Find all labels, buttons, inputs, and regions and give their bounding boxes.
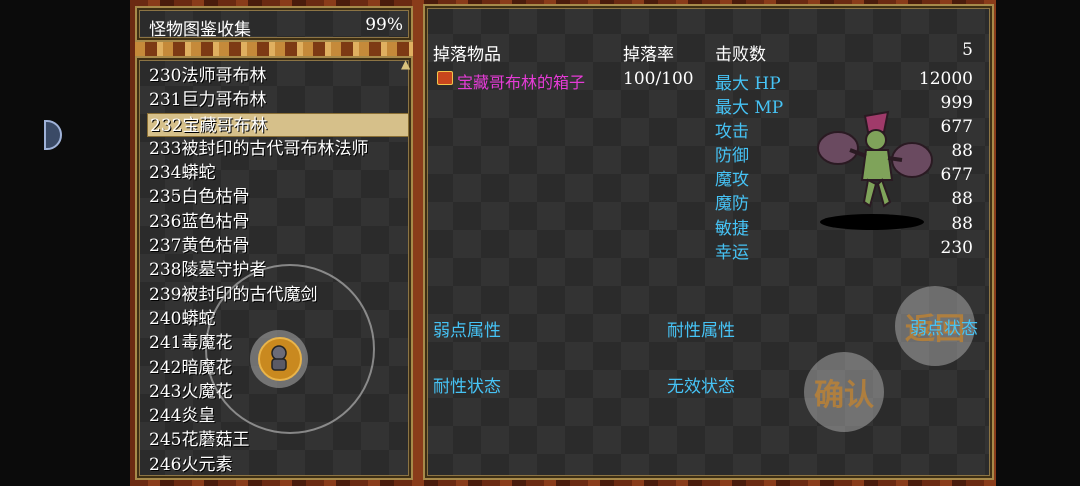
list-item-selected[interactable]: 232宝藏哥布林 xyxy=(147,112,409,137)
list-item[interactable]: 236蓝色枯骨 xyxy=(147,210,409,234)
list-item[interactable]: 230法师哥布林 xyxy=(147,64,409,88)
stat-label-max-mp: 最大 MP xyxy=(715,98,784,118)
drop-item-name: 宝藏哥布林的箱子 xyxy=(457,73,586,92)
stat-label-magic-attack: 魔攻 xyxy=(715,170,749,190)
stat-label-agility: 敏捷 xyxy=(715,219,749,239)
list-item[interactable]: 231巨力哥布林 xyxy=(147,88,409,112)
stat-label-attack: 攻击 xyxy=(715,122,749,142)
drop-rate-header: 掉落率 xyxy=(623,45,674,65)
treasure-chest-icon xyxy=(437,71,453,85)
weak-state-label: 弱点状态 xyxy=(910,319,978,339)
side-menu-button[interactable] xyxy=(44,120,62,150)
goblin-sprite-icon xyxy=(817,110,933,208)
resist-attribute-label: 耐性属性 xyxy=(667,321,735,341)
decorative-strip xyxy=(135,42,413,56)
list-item[interactable]: 237黄色枯骨 xyxy=(147,234,409,258)
player-avatar-icon xyxy=(271,345,287,371)
weak-attribute-label: 弱点属性 xyxy=(433,321,501,341)
bestiary-title-panel: 怪物图鉴收集 99% xyxy=(135,6,413,42)
defeat-count: 5 xyxy=(962,40,973,60)
confirm-button-label: 确认 xyxy=(814,378,874,413)
stat-value-max-hp: 12000 xyxy=(918,69,973,89)
list-item[interactable]: 246火元素 xyxy=(147,453,409,477)
bestiary-title: 怪物图鉴收集 xyxy=(149,20,251,40)
defeat-count-header: 击败数 xyxy=(715,45,766,65)
list-item[interactable]: 233被封印的古代哥布林法师 xyxy=(147,137,409,161)
completion-percent: 99% xyxy=(365,15,403,35)
stat-label-max-hp: 最大 HP xyxy=(715,74,781,94)
drop-rate-value: 100/100 xyxy=(623,69,694,89)
stat-label-defense: 防御 xyxy=(715,146,749,166)
stat-label-luck: 幸运 xyxy=(715,243,749,263)
resist-state-label: 耐性状态 xyxy=(433,377,501,397)
monster-detail-panel: 掉落物品 掉落率 击败数 5 宝藏哥布林的箱子 100/100 最大 HP 12… xyxy=(423,4,994,480)
drop-items-header: 掉落物品 xyxy=(433,45,501,65)
list-item[interactable]: 235白色枯骨 xyxy=(147,185,409,209)
list-item[interactable]: 234蟒蛇 xyxy=(147,161,409,185)
stat-value-luck: 230 xyxy=(940,238,973,258)
invalid-state-label: 无效状态 xyxy=(667,377,735,397)
confirm-button[interactable]: 确认 xyxy=(804,352,884,432)
stat-label-magic-defense: 魔防 xyxy=(715,194,749,214)
